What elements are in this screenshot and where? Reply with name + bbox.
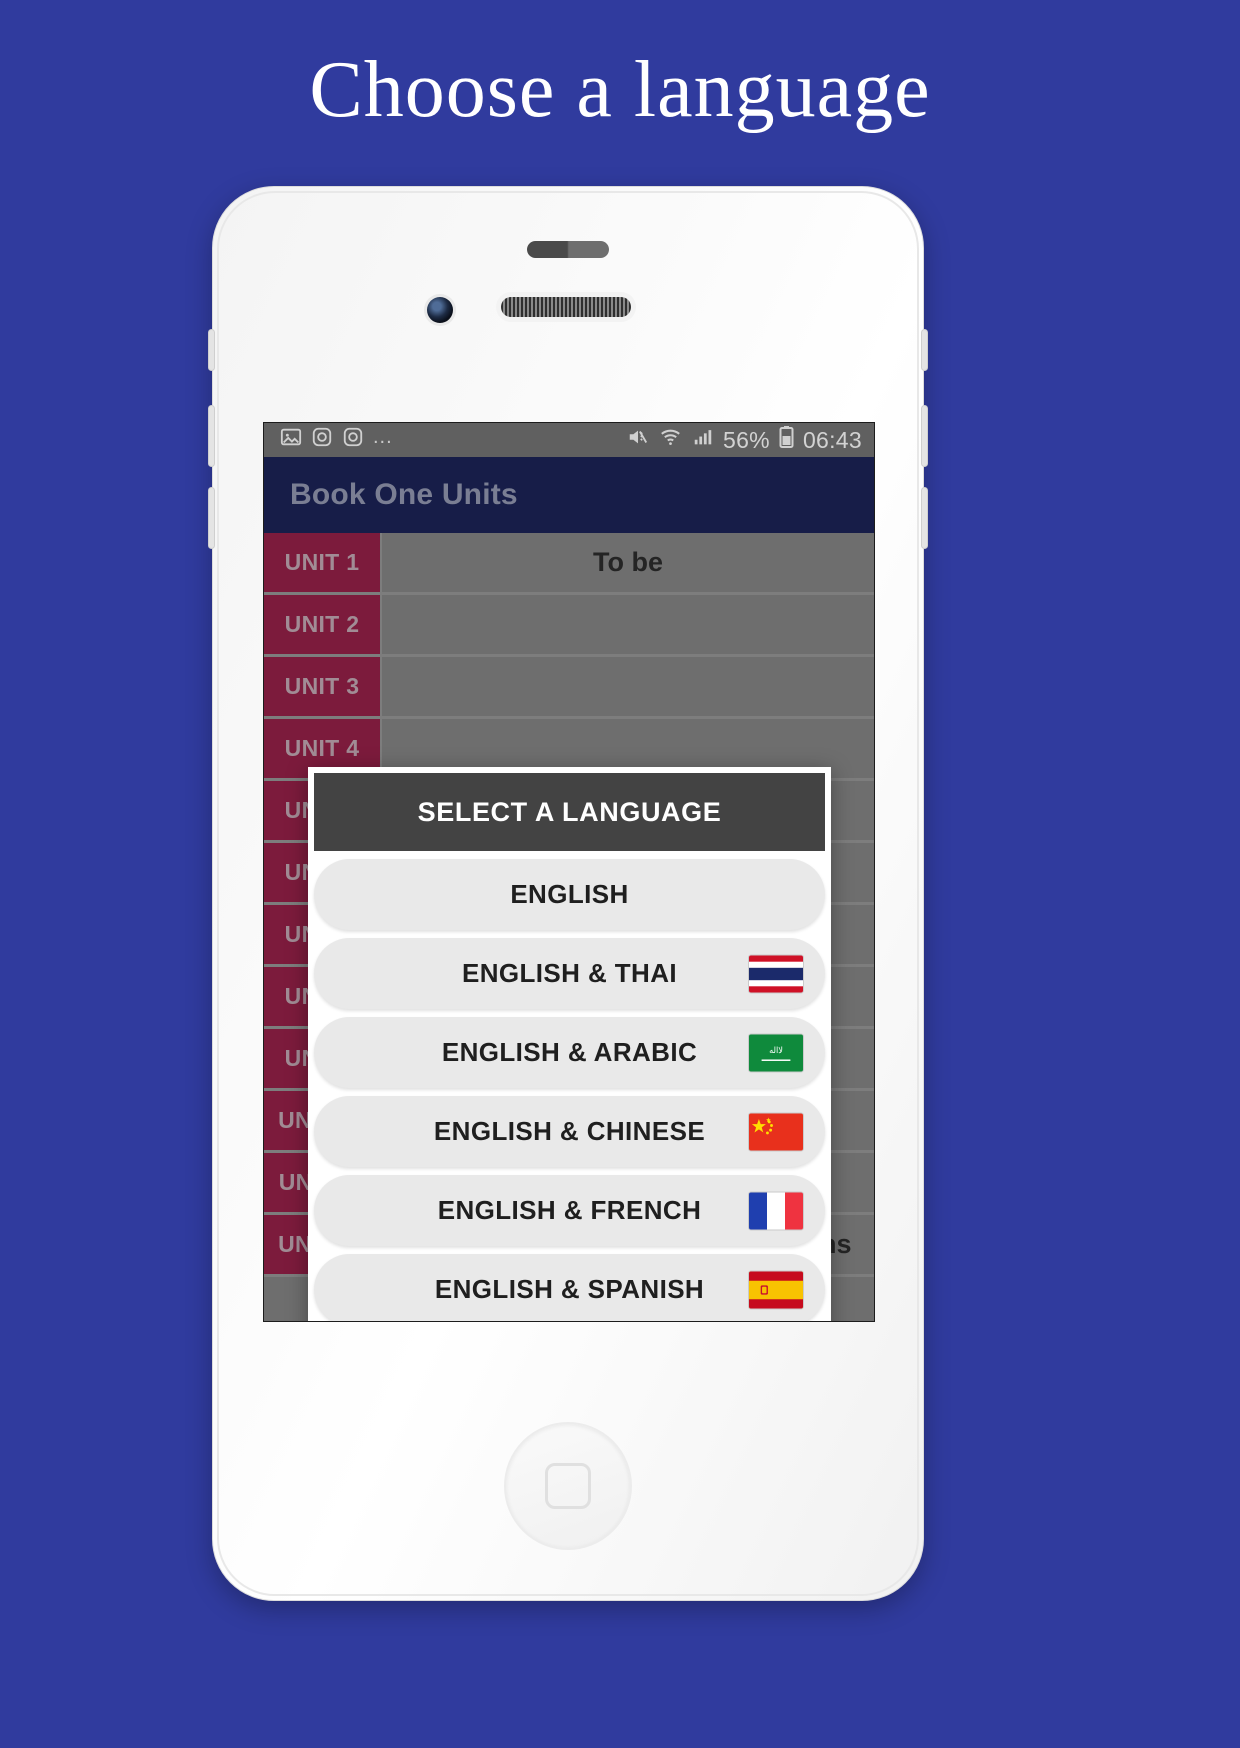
dialog-title: SELECT A LANGUAGE: [314, 773, 825, 851]
language-dialog: SELECT A LANGUAGE ENGLISH ENGLISH & THAI E…: [308, 767, 831, 1321]
phone-screen: ... 56% 06:43 Book One Units UNIT 1 To b…: [263, 422, 875, 1322]
language-option[interactable]: ENGLISH & SPANISH: [314, 1254, 825, 1321]
language-option-label: ENGLISH & ARABIC: [441, 1037, 698, 1067]
language-option-label: ENGLISH & SPANISH: [434, 1274, 705, 1304]
home-square-icon: [545, 1463, 591, 1509]
right-side-accent-2: [921, 487, 928, 549]
front-camera-icon: [427, 297, 453, 323]
france-flag: [749, 1192, 803, 1229]
mute-switch-button[interactable]: [208, 329, 215, 371]
right-side-accent: [921, 405, 928, 467]
phone-device: ... 56% 06:43 Book One Units UNIT 1 To b…: [208, 186, 928, 1601]
language-option-label: ENGLISH & THAI: [461, 958, 678, 988]
power-button[interactable]: [213, 187, 323, 195]
language-option[interactable]: ENGLISH & CHINESE: [314, 1096, 825, 1167]
language-option[interactable]: ENGLISH: [314, 859, 825, 930]
language-option-label: ENGLISH & CHINESE: [433, 1116, 706, 1146]
sim-tray: [921, 329, 928, 371]
language-option-label: ENGLISH: [510, 879, 629, 909]
china-flag: [749, 1113, 803, 1150]
svg-text:لااله: لااله: [769, 1045, 783, 1054]
language-option-list: ENGLISH ENGLISH & THAI ENGLISH & ARABIC لاا…: [308, 859, 831, 1321]
earpiece-speaker-icon: [527, 241, 609, 258]
page-title: Choose a language: [309, 46, 931, 134]
language-option[interactable]: ENGLISH & FRENCH: [314, 1175, 825, 1246]
home-button[interactable]: [504, 1422, 632, 1550]
speaker-grille-icon: [501, 297, 631, 317]
volume-down-button[interactable]: [208, 487, 215, 549]
thailand-flag: [749, 955, 803, 992]
language-option[interactable]: ENGLISH & ARABIC لااله: [314, 1017, 825, 1088]
language-option[interactable]: ENGLISH & THAI: [314, 938, 825, 1009]
language-option-label: ENGLISH & FRENCH: [437, 1195, 702, 1225]
volume-up-button[interactable]: [208, 405, 215, 467]
spain-flag: [749, 1271, 803, 1308]
saudi-arabia-flag: لااله: [749, 1034, 803, 1071]
